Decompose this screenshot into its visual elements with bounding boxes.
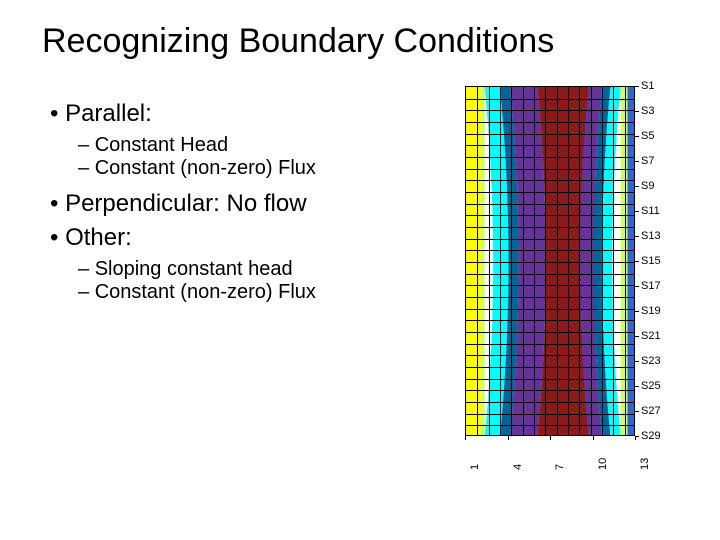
y-tick-label: S5	[641, 131, 654, 142]
chart-container: S1S3S5S7S9S11S13S15S17S19S21S23S25S27S29…	[465, 86, 695, 496]
bullet-parallel: Parallel:	[50, 100, 430, 128]
slide-title: Recognizing Boundary Conditions	[42, 22, 554, 61]
x-tick-label: 7	[554, 464, 566, 470]
x-tick-label: 13	[639, 458, 651, 470]
sub-constant-head: Constant Head	[78, 134, 430, 157]
bullet-other: Other:	[50, 224, 430, 252]
y-tick-label: S13	[641, 231, 661, 242]
y-tick-label: S17	[641, 281, 661, 292]
y-tick-label: S15	[641, 256, 661, 267]
y-tick-label: S21	[641, 331, 661, 342]
y-tick-label: S7	[641, 156, 654, 167]
y-tick-label: S3	[641, 106, 654, 117]
y-tick-label: S23	[641, 356, 661, 367]
sub-sloping: Sloping constant head	[78, 258, 430, 281]
y-tick-label: S11	[641, 206, 660, 217]
x-tick-label: 1	[469, 464, 481, 470]
y-tick-label: S9	[641, 181, 654, 192]
bullet-perpendicular: Perpendicular: No flow	[50, 190, 430, 218]
sub-constant-flux-1: Constant (non-zero) Flux	[78, 157, 430, 180]
bullet-list: Parallel: Constant Head Constant (non-ze…	[50, 100, 430, 304]
contour-chart	[465, 86, 635, 436]
x-tick-label: 10	[597, 458, 609, 470]
sub-constant-flux-2: Constant (non-zero) Flux	[78, 281, 430, 304]
y-tick-label: S19	[641, 306, 661, 317]
y-tick-label: S29	[641, 431, 661, 442]
x-tick-label: 4	[512, 464, 524, 470]
y-tick-label: S25	[641, 381, 661, 392]
y-tick-label: S1	[641, 81, 654, 92]
y-tick-label: S27	[641, 406, 661, 417]
x-axis-labels: 1471013	[465, 442, 635, 492]
